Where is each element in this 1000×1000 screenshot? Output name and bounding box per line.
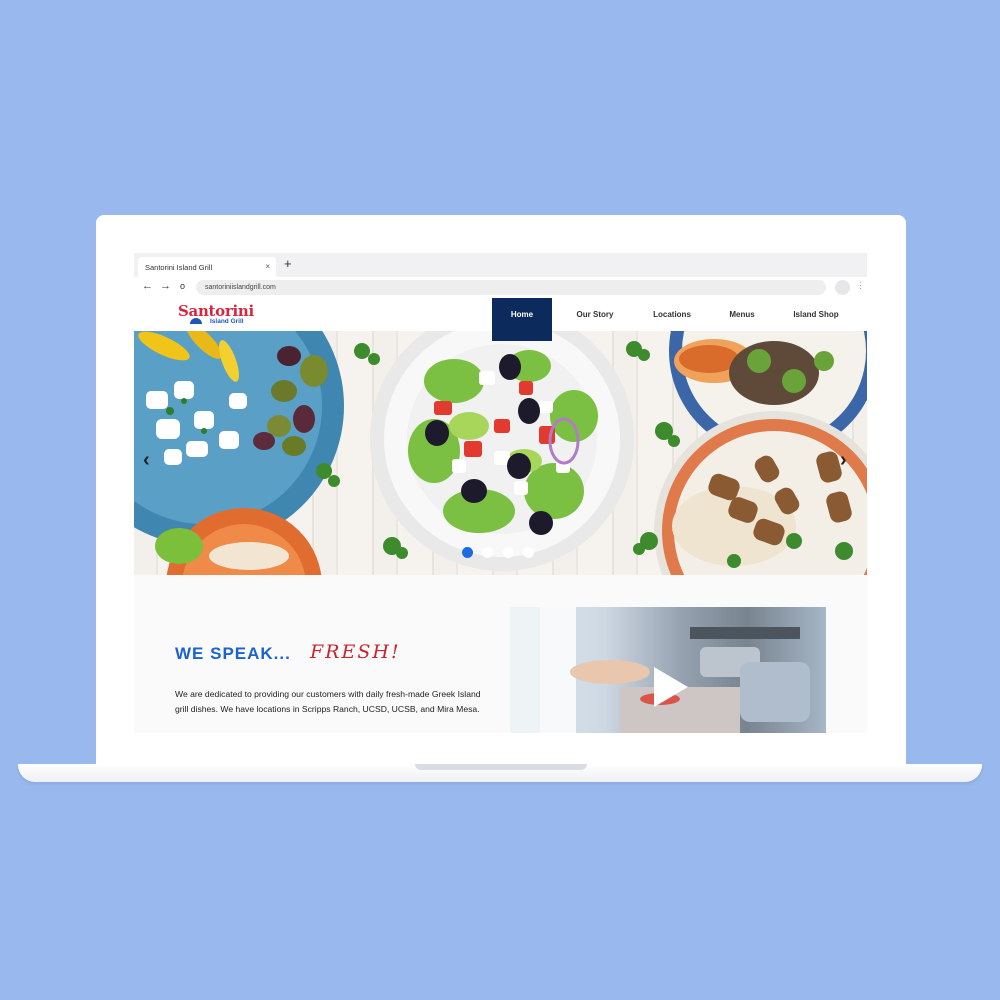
video-player[interactable]	[510, 607, 826, 733]
logo-dome-icon	[190, 318, 202, 324]
chevron-left-icon[interactable]: ‹	[143, 449, 150, 472]
nav-home[interactable]: Home	[492, 298, 552, 341]
profile-icon[interactable]	[835, 280, 850, 295]
nav-menus[interactable]: Menus	[718, 298, 766, 331]
new-tab-icon[interactable]: +	[284, 256, 292, 271]
forward-arrow-icon[interactable]: →	[160, 280, 171, 292]
laptop-notch	[415, 764, 587, 770]
intro-section: WE SPEAK... FRESH! We are dedicated to p…	[134, 575, 867, 733]
carousel-dot-1[interactable]	[462, 547, 473, 558]
browser-window: Santorini Island Grill × + ← → o santori…	[134, 253, 867, 733]
nav-locations[interactable]: Locations	[642, 298, 702, 331]
browser-tab[interactable]: Santorini Island Grill ×	[138, 257, 276, 277]
intro-body: We are dedicated to providing our custom…	[175, 689, 481, 714]
carousel-dot-4[interactable]	[523, 547, 534, 558]
kebab-menu-icon[interactable]: ⋮	[856, 280, 865, 291]
hero-carousel: ‹ ›	[134, 331, 867, 575]
address-bar-row: ← → o santoriniislandgrill.com ⋮	[134, 277, 867, 299]
tab-bar: Santorini Island Grill × +	[134, 253, 867, 277]
intro-headline: WE SPEAK...	[175, 644, 291, 663]
back-arrow-icon[interactable]: ←	[142, 280, 153, 292]
chevron-right-icon[interactable]: ›	[840, 449, 847, 472]
tab-title: Santorini Island Grill	[145, 263, 213, 272]
url-field[interactable]: santoriniislandgrill.com	[196, 280, 826, 295]
play-icon[interactable]	[650, 665, 690, 709]
close-tab-icon[interactable]: ×	[265, 262, 270, 271]
hero-food-image	[134, 331, 867, 575]
intro-headline-accent: FRESH!	[310, 641, 401, 663]
logo[interactable]: Santorini Island Grill	[176, 302, 256, 328]
carousel-dot-3[interactable]	[503, 547, 514, 558]
carousel-dot-2[interactable]	[482, 547, 493, 558]
nav-island-shop[interactable]: Island Shop	[782, 298, 850, 331]
logo-subtitle: Island Grill	[210, 318, 244, 325]
nav-our-story[interactable]: Our Story	[564, 298, 626, 331]
reload-icon[interactable]: o	[180, 281, 185, 291]
